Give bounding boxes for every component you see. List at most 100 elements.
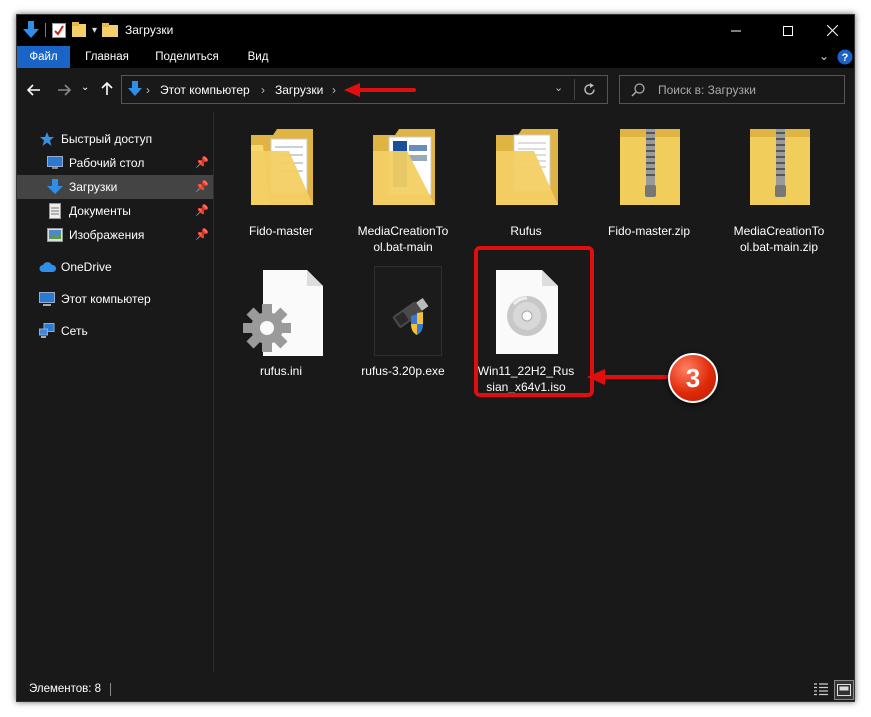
quick-access-toolbar: ▾: [23, 21, 105, 39]
close-icon: [826, 25, 838, 36]
download-arrow-icon: [47, 179, 63, 194]
download-arrow-icon: [23, 21, 39, 38]
pictures-icon: [47, 228, 63, 242]
sidebar-item-documents[interactable]: Документы 📌: [17, 199, 213, 223]
file-name-line2: ol.bat-main.zip: [739, 240, 819, 254]
sidebar-item-network[interactable]: Сеть: [17, 319, 213, 343]
back-arrow-icon[interactable]: [27, 84, 41, 96]
properties-icon[interactable]: [52, 22, 66, 38]
sidebar-item-label: OneDrive: [61, 260, 112, 274]
sidebar-item-label: Рабочий стол: [69, 156, 145, 170]
pane-divider[interactable]: [213, 112, 214, 672]
file-item-rufus-exe[interactable]: rufus-3.20p.exe: [347, 260, 459, 380]
file-name-line1: MediaCreationTo: [733, 224, 825, 238]
forward-arrow-icon[interactable]: [57, 84, 71, 96]
usb-drive-icon: [392, 298, 429, 335]
close-button[interactable]: [809, 15, 855, 46]
zip-folder-icon: [750, 129, 810, 205]
up-arrow-icon[interactable]: [101, 82, 113, 96]
file-name: rufus-3.20p.exe: [361, 364, 445, 378]
file-name: Fido-master.zip: [607, 224, 691, 238]
annotation-highlight: [474, 246, 594, 397]
new-folder-icon[interactable]: [72, 22, 86, 38]
sidebar-item-label: Быстрый доступ: [61, 132, 153, 146]
file-item-fido-master[interactable]: Fido-master: [225, 120, 337, 240]
annotation-arrow-icon: [344, 83, 416, 97]
navigation-bar: ⌄ › Этот компьютер › Загрузки › ⌄ Поиск …: [17, 68, 854, 112]
search-icon: [631, 83, 645, 97]
maximize-button[interactable]: [765, 15, 811, 46]
help-icon[interactable]: ?: [837, 49, 853, 65]
file-item-rufus-folder[interactable]: Rufus: [470, 120, 582, 240]
file-name: Fido-master: [248, 224, 313, 238]
sidebar-item-this-pc[interactable]: Этот компьютер: [17, 287, 213, 311]
large-icons-view-icon: [837, 684, 851, 696]
address-history-icon[interactable]: ⌄: [554, 81, 563, 94]
recent-locations-icon[interactable]: ⌄: [81, 82, 89, 93]
status-bar: Элементов: 8: [17, 678, 854, 702]
file-item-mediacreationtool-zip[interactable]: MediaCreationTo ol.bat-main.zip: [723, 120, 835, 260]
file-name-line2: ol.bat-main: [373, 240, 433, 254]
breadcrumb-this-pc[interactable]: Этот компьютер: [160, 83, 250, 97]
star-icon: [40, 132, 54, 146]
refresh-icon[interactable]: [583, 83, 596, 96]
zip-folder-icon: [620, 129, 680, 205]
sidebar-item-pictures[interactable]: Изображения 📌: [17, 223, 213, 247]
file-name-line1: MediaCreationTo: [357, 224, 449, 238]
expand-ribbon-icon[interactable]: ⌄: [819, 49, 829, 63]
customize-toolbar-icon[interactable]: ▾: [92, 25, 97, 36]
sidebar-item-downloads[interactable]: Загрузки 📌: [17, 175, 213, 199]
navigation-pane: Быстрый доступ Рабочий стол 📌 Загрузки 📌…: [17, 123, 213, 663]
pin-icon: 📌: [195, 181, 209, 193]
breadcrumb-separator-icon: ›: [261, 83, 265, 97]
sidebar-item-onedrive[interactable]: OneDrive: [17, 255, 213, 279]
file-name: Rufus: [510, 224, 542, 238]
pin-icon: 📌: [195, 205, 209, 217]
annotation-arrow-icon: [587, 369, 679, 385]
tab-share[interactable]: Поделиться: [147, 46, 227, 68]
explorer-window: ▾ Загрузки Файл Главная Поделиться Вид ⌄…: [16, 14, 855, 702]
minimize-button[interactable]: [713, 15, 759, 46]
svg-text:?: ?: [842, 52, 849, 64]
items-count: Элементов: 8: [29, 683, 102, 695]
settings-file-icon: [243, 270, 323, 356]
tab-file[interactable]: Файл: [17, 46, 70, 68]
minimize-icon: [731, 30, 741, 31]
large-icons-view-button[interactable]: [834, 680, 854, 700]
ribbon-tabs: Файл Главная Поделиться Вид ⌄ ?: [17, 46, 854, 68]
title-bar: ▾ Загрузки: [17, 15, 854, 46]
search-box[interactable]: Поиск в: Загрузки: [619, 75, 845, 104]
details-view-icon[interactable]: [814, 683, 828, 696]
sidebar-item-label: Документы: [69, 204, 131, 218]
sidebar-item-label: Изображения: [69, 228, 145, 242]
folder-icon: [496, 129, 558, 205]
folder-icon: [251, 129, 313, 205]
download-arrow-icon: [128, 81, 142, 96]
documents-icon: [49, 203, 61, 219]
search-placeholder: Поиск в: Загрузки: [658, 83, 756, 97]
sidebar-item-label: Загрузки: [69, 180, 118, 194]
breadcrumb-separator-icon: ›: [146, 83, 150, 97]
file-name: rufus.ini: [259, 364, 303, 378]
breadcrumb-downloads[interactable]: Загрузки: [275, 83, 323, 97]
pin-icon: 📌: [195, 157, 209, 169]
sidebar-item-quick-access[interactable]: Быстрый доступ: [17, 127, 213, 151]
sidebar-item-desktop[interactable]: Рабочий стол 📌: [17, 151, 213, 175]
sidebar-item-label: Этот компьютер: [61, 292, 151, 306]
sidebar-item-label: Сеть: [61, 324, 88, 338]
breadcrumb-separator-icon: ›: [332, 83, 336, 97]
tab-home[interactable]: Главная: [77, 46, 137, 68]
address-bar[interactable]: › Этот компьютер › Загрузки › ⌄: [121, 75, 608, 104]
network-icon: [39, 323, 55, 338]
computer-icon: [39, 291, 55, 306]
folder-icon: [373, 129, 435, 205]
file-item-fido-master-zip[interactable]: Fido-master.zip: [593, 120, 705, 240]
desktop-icon: [47, 156, 63, 169]
folder-title-icon: [102, 23, 118, 37]
file-list: Fido-master MediaCreationTo ol.bat-main …: [217, 112, 853, 672]
tab-view[interactable]: Вид: [239, 46, 277, 68]
file-item-mediacreationtool-folder[interactable]: MediaCreationTo ol.bat-main: [347, 120, 459, 260]
file-item-rufus-ini[interactable]: rufus.ini: [225, 260, 337, 380]
pin-icon: 📌: [195, 229, 209, 241]
cloud-icon: [39, 262, 57, 272]
